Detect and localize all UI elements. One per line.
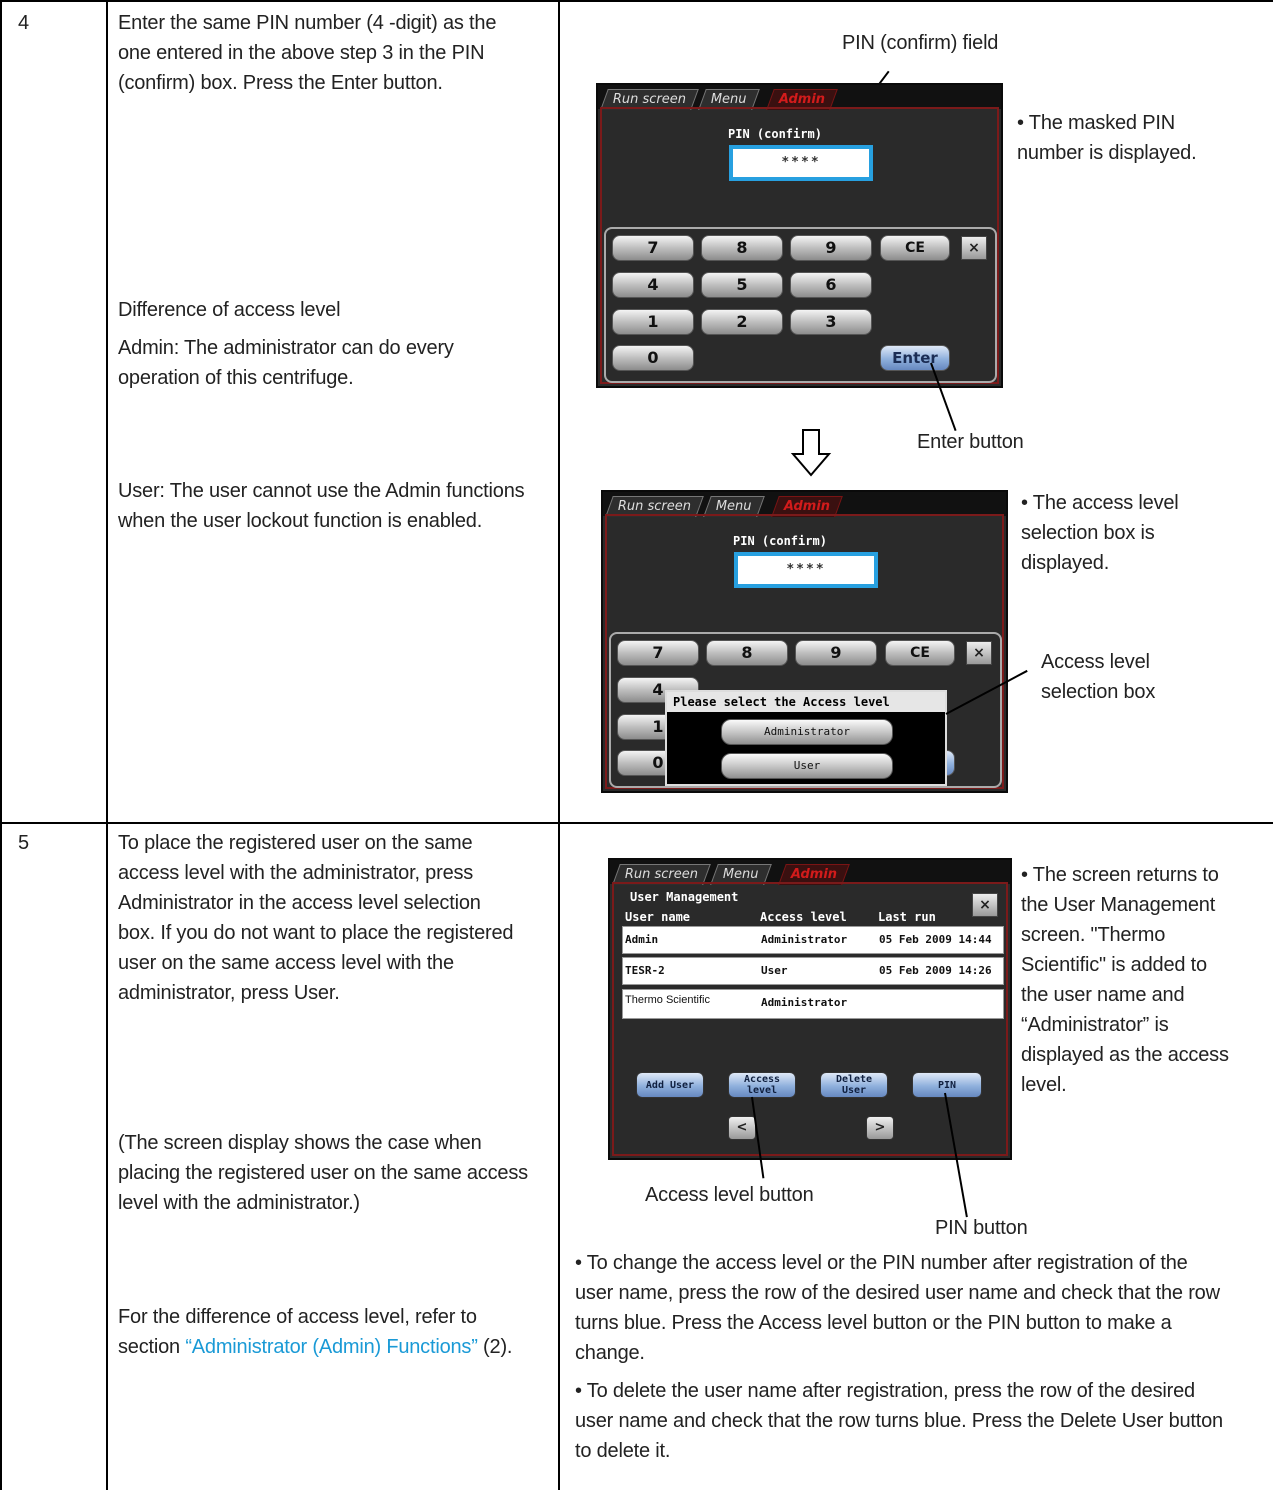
callout-masked-pin: • The masked PIN number is displayed. (1017, 112, 1197, 164)
key-3[interactable]: 3 (790, 309, 872, 335)
device-screen-user-management: Run screen Menu Admin User Management × … (608, 858, 1012, 1160)
key-0[interactable]: 0 (612, 345, 694, 371)
close-icon[interactable]: × (972, 893, 998, 917)
tab-bar: Run screen Menu Admin (610, 860, 1010, 885)
column-header-last-run: Last run (878, 910, 936, 924)
callout-enter-button: Enter button (917, 431, 1024, 453)
procedure-table: 4 Enter the same PIN number (4 -digit) a… (0, 0, 1273, 1490)
admin-note: Admin: The administrator can do every op… (118, 337, 454, 389)
step-number: 5 (18, 832, 29, 854)
table-row[interactable]: Thermo Scientific Administrator (622, 989, 1004, 1019)
pin-confirm-field[interactable]: **** (734, 552, 878, 588)
pin-confirm-label: PIN (confirm) (733, 534, 827, 548)
key-5[interactable]: 5 (701, 272, 783, 298)
administrator-option-button[interactable]: Administrator (721, 719, 893, 745)
pin-button[interactable]: PIN (912, 1072, 982, 1098)
key-ce[interactable]: CE (885, 640, 955, 666)
delete-user-button[interactable]: Delete User (820, 1072, 888, 1098)
key-ce[interactable]: CE (880, 235, 950, 261)
column-divider-1 (106, 0, 108, 1490)
callout-returns-to-user-management: • The screen returns to the User Managem… (1021, 864, 1229, 1096)
step-instruction: To place the registered user on the same… (118, 832, 514, 1004)
close-icon[interactable]: × (966, 641, 992, 665)
user-note: User: The user cannot use the Admin func… (118, 480, 525, 532)
key-8[interactable]: 8 (701, 235, 783, 261)
down-arrow-icon (790, 429, 832, 477)
callout-pin-button: PIN button (935, 1217, 1028, 1239)
key-8[interactable]: 8 (706, 640, 788, 666)
key-7[interactable]: 7 (612, 235, 694, 261)
column-divider-2 (558, 0, 560, 1490)
key-7[interactable]: 7 (617, 640, 699, 666)
key-4[interactable]: 4 (612, 272, 694, 298)
pin-confirm-field[interactable]: **** (729, 145, 873, 181)
enter-button[interactable]: Enter (880, 345, 950, 371)
table-top-border (0, 0, 1273, 2)
key-2[interactable]: 2 (701, 309, 783, 335)
reference-note: For the difference of access level, refe… (118, 1306, 513, 1358)
key-9[interactable]: 9 (790, 235, 872, 261)
access-level-selection-box: Please select the Access level Administr… (665, 690, 947, 786)
delete-note: • To delete the user name after registra… (575, 1380, 1223, 1462)
device-screen-pin-entry: Run screen Menu Admin PIN (confirm) ****… (596, 83, 1003, 388)
callout-access-level-box: Access level selection box (1041, 651, 1156, 703)
admin-functions-link[interactable]: “Administrator (Admin) Functions” (185, 1336, 478, 1358)
callout-pin-confirm-field: PIN (confirm) field (842, 32, 999, 54)
tab-bar: Run screen Menu Admin (598, 85, 1001, 110)
key-1[interactable]: 1 (612, 309, 694, 335)
case-note: (The screen display shows the case when … (118, 1132, 528, 1214)
step-instruction: Enter the same PIN number (4 -digit) as … (118, 12, 497, 94)
callout-access-level-button: Access level button (645, 1184, 814, 1206)
step-number: 4 (18, 12, 29, 34)
user-option-button[interactable]: User (721, 753, 893, 779)
row-divider (0, 822, 1273, 824)
callout-access-box-displayed: • The access level selection box is disp… (1021, 492, 1179, 574)
add-user-button[interactable]: Add User (636, 1072, 704, 1098)
previous-page-button[interactable]: < (728, 1116, 756, 1140)
pin-confirm-label: PIN (confirm) (728, 127, 822, 141)
table-left-border (0, 0, 2, 1490)
user-management-title: User Management (630, 890, 739, 904)
difference-heading: Difference of access level (118, 299, 341, 321)
keypad: 7 8 9 CE × 4 5 6 1 2 3 0 Enter (604, 227, 997, 383)
device-screen-access-selection: Run screen Menu Admin PIN (confirm) ****… (601, 490, 1008, 793)
table-row[interactable]: TESR-2 User 05 Feb 2009 14:26 (622, 957, 1004, 985)
close-icon[interactable]: × (961, 236, 987, 260)
column-header-user-name: User name (625, 910, 691, 924)
tab-bar: Run screen Menu Admin (603, 492, 1006, 517)
table-row[interactable]: Admin Administrator 05 Feb 2009 14:44 (622, 926, 1004, 954)
next-page-button[interactable]: > (866, 1116, 894, 1140)
access-level-prompt: Please select the Access level (667, 692, 945, 712)
column-header-access-level: Access level (760, 910, 847, 924)
key-6[interactable]: 6 (790, 272, 872, 298)
access-level-button[interactable]: Access level (728, 1072, 796, 1098)
key-9[interactable]: 9 (795, 640, 877, 666)
change-note: • To change the access level or the PIN … (575, 1252, 1220, 1364)
